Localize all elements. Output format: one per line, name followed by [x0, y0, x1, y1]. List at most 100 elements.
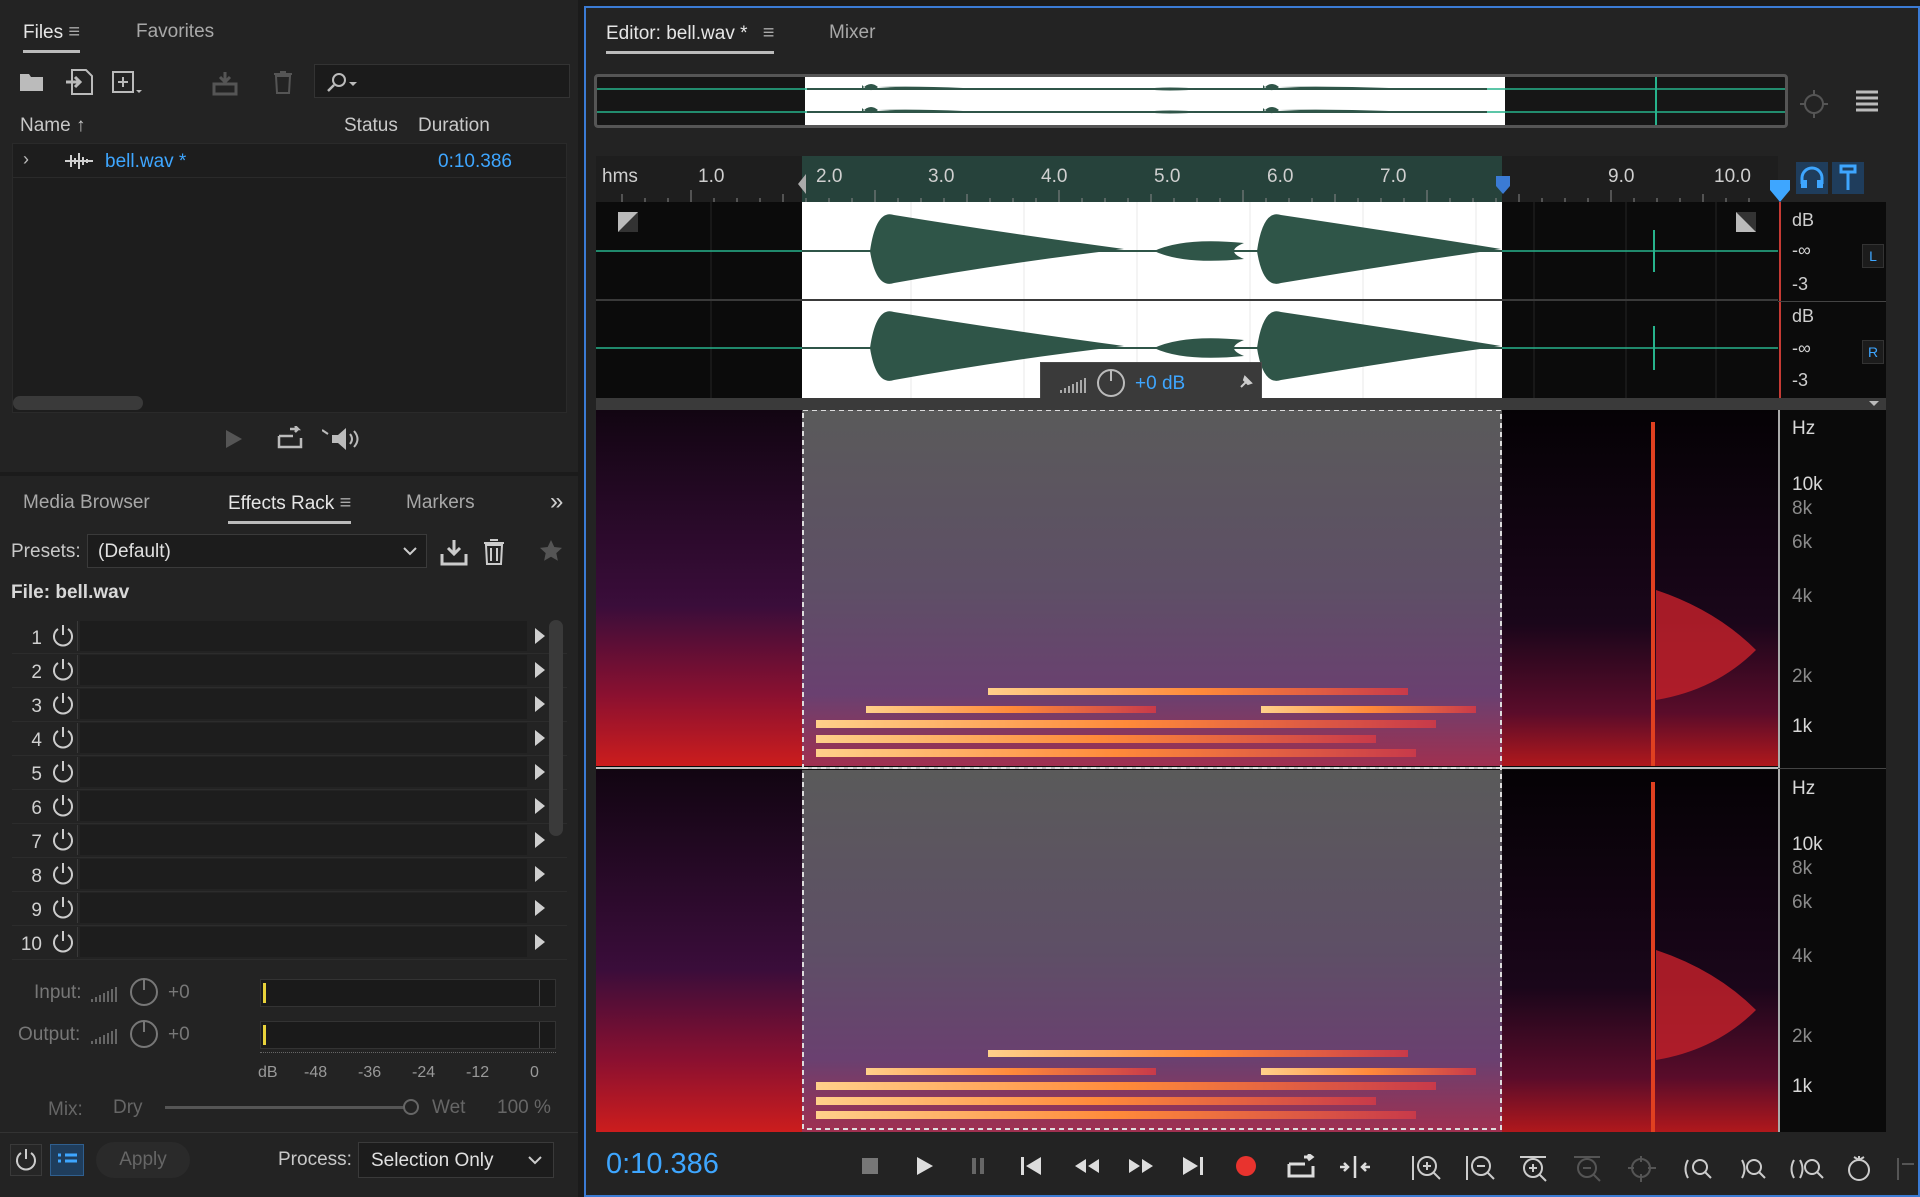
delete-file-icon[interactable]: [272, 70, 294, 94]
effect-slot[interactable]: 9: [12, 892, 567, 926]
power-icon[interactable]: [48, 655, 78, 685]
gain-knob[interactable]: [1095, 367, 1127, 399]
time-ruler[interactable]: hms 1.0 2.0 3.0 4.0 5.0 6.0 7.0 9.0 10.0: [596, 156, 1778, 202]
power-icon[interactable]: [48, 621, 78, 651]
waveform-display[interactable]: +0 dB: [596, 202, 1778, 402]
apply-button[interactable]: Apply: [96, 1142, 190, 1178]
save-preset-icon[interactable]: [440, 538, 468, 566]
master-power-button[interactable]: [10, 1144, 42, 1176]
input-gain-knob[interactable]: [128, 976, 160, 1008]
pin-hud-icon[interactable]: [1237, 373, 1255, 391]
power-icon[interactable]: [48, 859, 78, 889]
pause-icon[interactable]: [966, 1154, 990, 1178]
hud-gain-value[interactable]: +0 dB: [1135, 373, 1185, 395]
effect-slot[interactable]: 7: [12, 824, 567, 858]
power-icon[interactable]: [48, 757, 78, 787]
zoom-to-selection-icon[interactable]: [1626, 1154, 1658, 1184]
more-panels-icon[interactable]: »: [550, 488, 563, 516]
zoom-in-right-icon[interactable]: [1734, 1154, 1770, 1184]
time-display[interactable]: 0:10.386: [606, 1148, 719, 1181]
mix-slider[interactable]: [165, 1099, 419, 1115]
column-header-status[interactable]: Status: [344, 115, 398, 137]
zoom-reset-icon[interactable]: [1844, 1154, 1874, 1184]
horizontal-scrollbar[interactable]: [13, 396, 143, 410]
zoom-out-time-icon[interactable]: [1572, 1154, 1604, 1184]
tab-media-browser[interactable]: Media Browser: [23, 492, 150, 514]
zoom-in-amplitude-icon[interactable]: [1410, 1154, 1442, 1184]
play-icon[interactable]: [912, 1154, 936, 1178]
panel-menu-icon[interactable]: ≡: [763, 22, 775, 45]
panel-menu-icon[interactable]: ≡: [68, 21, 80, 44]
expand-arrow-icon[interactable]: [535, 696, 545, 712]
playhead-marker[interactable]: [1770, 180, 1790, 204]
monitor-button[interactable]: [1796, 162, 1828, 194]
power-icon[interactable]: [48, 825, 78, 855]
rewind-icon[interactable]: [1072, 1154, 1102, 1178]
file-row[interactable]: › bell.wav * 0:10.386: [13, 144, 566, 178]
loop-playback-icon[interactable]: [1286, 1154, 1316, 1180]
spectral-display[interactable]: [596, 410, 1778, 1132]
delete-preset-icon[interactable]: [482, 538, 506, 566]
show-list-button[interactable]: [50, 1144, 84, 1176]
expand-arrow-icon[interactable]: [535, 934, 545, 950]
output-gain-value[interactable]: +0: [168, 1024, 190, 1046]
snap-marker-button[interactable]: [1832, 162, 1864, 194]
effect-slot[interactable]: 6: [12, 790, 567, 824]
expand-arrow-icon[interactable]: [535, 662, 545, 678]
power-icon[interactable]: [48, 791, 78, 821]
vertical-scrollbar[interactable]: [549, 620, 563, 836]
expand-arrow-icon[interactable]: [535, 900, 545, 916]
channel-left-toggle[interactable]: L: [1862, 244, 1884, 268]
selection-start-handle[interactable]: [796, 174, 806, 194]
zoom-in-left-icon[interactable]: [1680, 1154, 1716, 1184]
expand-arrow-icon[interactable]: [535, 798, 545, 814]
expand-arrow-icon[interactable]: [535, 628, 545, 644]
play-preview-icon[interactable]: [224, 428, 244, 450]
effect-slot[interactable]: 10: [12, 926, 567, 960]
view-splitter[interactable]: [596, 398, 1886, 410]
insert-into-multitrack-icon[interactable]: [212, 70, 246, 96]
skip-selection-icon[interactable]: [1338, 1154, 1372, 1180]
effect-slot[interactable]: 5: [12, 756, 567, 790]
collapse-chevron-icon[interactable]: [1868, 400, 1880, 408]
tab-favorites[interactable]: Favorites: [136, 21, 214, 43]
mix-slider-handle[interactable]: [403, 1099, 419, 1115]
zoom-full-icon[interactable]: [1788, 1154, 1826, 1184]
column-header-name[interactable]: Name ↑: [20, 115, 85, 137]
effect-slot[interactable]: 8: [12, 858, 567, 892]
effect-slot[interactable]: 4: [12, 722, 567, 756]
auto-play-speaker-icon[interactable]: [322, 426, 360, 452]
expand-arrow-icon[interactable]: [535, 866, 545, 882]
power-icon[interactable]: [48, 927, 78, 957]
tab-files[interactable]: Files ≡: [23, 21, 81, 53]
input-gain-value[interactable]: +0: [168, 982, 190, 1004]
hud-gain-control[interactable]: +0 dB: [1040, 362, 1262, 402]
record-icon[interactable]: [1234, 1154, 1258, 1178]
open-file-icon[interactable]: [18, 70, 46, 94]
zoom-out-amplitude-icon[interactable]: [1464, 1154, 1496, 1184]
new-file-icon[interactable]: [112, 70, 144, 96]
skip-to-start-icon[interactable]: [1018, 1154, 1044, 1178]
loop-preview-icon[interactable]: [276, 426, 304, 450]
skip-to-end-icon[interactable]: [1180, 1154, 1206, 1178]
power-icon[interactable]: [48, 893, 78, 923]
panel-menu-icon[interactable]: ≡: [340, 492, 352, 515]
channel-right-toggle[interactable]: R: [1862, 340, 1884, 364]
tab-mixer[interactable]: Mixer: [829, 22, 875, 44]
file-name[interactable]: bell.wav *: [105, 151, 186, 173]
power-icon[interactable]: [48, 723, 78, 753]
tab-effects-rack[interactable]: Effects Rack ≡: [228, 492, 352, 524]
tab-markers[interactable]: Markers: [406, 492, 475, 514]
expand-arrow-icon[interactable]: [535, 730, 545, 746]
zoom-in-time-icon[interactable]: [1518, 1154, 1550, 1184]
favorite-star-icon[interactable]: [538, 538, 564, 564]
column-header-duration[interactable]: Duration: [418, 115, 490, 137]
effect-slot[interactable]: 1: [12, 620, 567, 654]
power-icon[interactable]: [48, 689, 78, 719]
import-file-icon[interactable]: [66, 68, 96, 96]
presets-dropdown[interactable]: (Default): [87, 534, 427, 568]
zoom-fit-icon[interactable]: [1896, 1154, 1918, 1184]
file-search-input[interactable]: [314, 64, 570, 98]
expand-chevron-icon[interactable]: ›: [23, 149, 29, 170]
expand-arrow-icon[interactable]: [535, 764, 545, 780]
